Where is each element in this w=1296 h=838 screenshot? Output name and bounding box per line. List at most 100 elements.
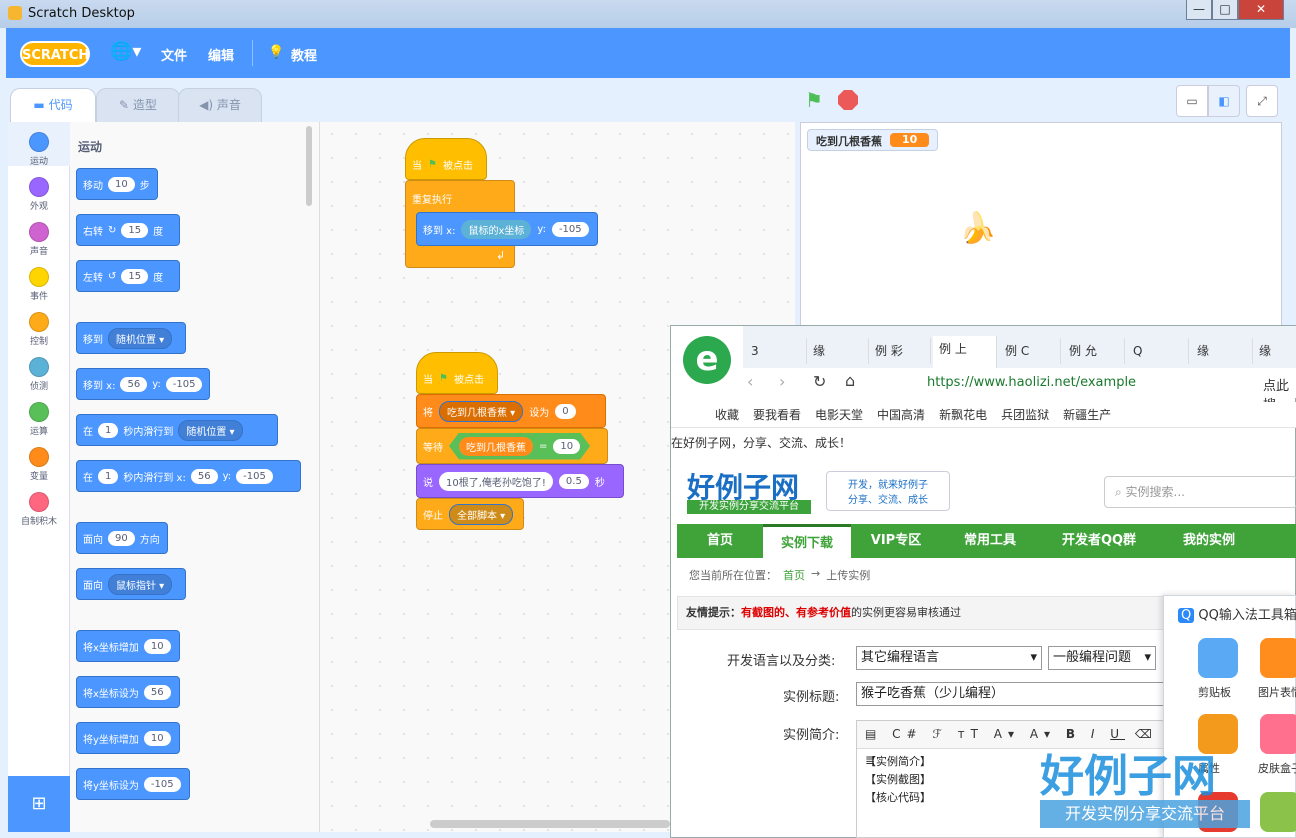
bookmark-item[interactable]: 收藏 (715, 402, 739, 427)
tab-costumes[interactable]: ✎ 造型 (96, 88, 180, 122)
nav-home[interactable]: 首页 (677, 524, 763, 558)
block-glide-xy[interactable]: 在 1 秒内滑行到 x: 56 y: -105 (76, 460, 301, 492)
nav-tools[interactable]: 常用工具 (941, 524, 1039, 558)
block-goto-xy-script[interactable]: 移到 x: 鼠标的x坐标 y: -105 (416, 212, 598, 246)
bookmark-item[interactable]: 新疆生产 (1063, 402, 1111, 427)
block-goto[interactable]: 移到 随机位置 ▾ (76, 322, 186, 354)
bookmark-item[interactable]: 电影天堂 (815, 402, 863, 427)
block-change-x[interactable]: 将x坐标增加 10 (76, 630, 180, 662)
browser-tab[interactable]: 例 彩 (869, 338, 931, 364)
tab-sounds[interactable]: ◀) 声音 (178, 88, 262, 122)
block-glide[interactable]: 在 1 秒内滑行到 随机位置 ▾ (76, 414, 278, 446)
category-5[interactable]: 侦测 (8, 351, 70, 395)
bookmark-item[interactable]: 新飘花电 (939, 402, 987, 427)
category-select[interactable]: 一般编程问题 ▾ (1048, 646, 1156, 670)
hat-when-flag-clicked[interactable]: 当 ⚑ 被点击 (405, 138, 487, 180)
tab-code-label: 代码 (48, 98, 73, 112)
code-icon: ▬ (33, 98, 49, 112)
bookmark-item[interactable]: 要我看看 (753, 402, 801, 427)
url-bar[interactable]: https://www.haolizi.net/example (927, 375, 1136, 390)
block-wait-until[interactable]: 等待 吃到几根香蕉 = 10 (416, 428, 608, 464)
site-nav: 首页 实例下载 VIP专区 常用工具 开发者QQ群 我的实例 (677, 524, 1296, 558)
block-set-y[interactable]: 将y坐标设为 -105 (76, 768, 190, 800)
tab-code[interactable]: ▬ 代码 (10, 88, 96, 122)
category-7[interactable]: 变量 (8, 441, 70, 485)
category-dot-icon (29, 402, 49, 422)
stage[interactable]: 吃到几根香蕉 10 🍌 (800, 122, 1282, 332)
nav-qq-group[interactable]: 开发者QQ群 (1039, 524, 1159, 558)
skin-icon[interactable] (1260, 714, 1296, 754)
variable-monitor: 吃到几根香蕉 10 (807, 129, 939, 151)
browser-tab[interactable]: 缘 (807, 338, 869, 364)
scratch-logo[interactable]: SCRATCH (20, 41, 90, 67)
browser-tab[interactable]: Q (1127, 338, 1189, 364)
block-turn-right[interactable]: 右转 ↻ 15 度 (76, 214, 180, 246)
browser-tab[interactable]: 3 (745, 338, 807, 364)
bookmark-item[interactable]: 中国高清 (877, 402, 925, 427)
block-turn-left[interactable]: 左转 ↺ 15 度 (76, 260, 180, 292)
breadcrumb-home[interactable]: 首页 (783, 567, 805, 583)
category-2[interactable]: 声音 (8, 216, 70, 260)
emoji-icon[interactable] (1260, 638, 1296, 678)
block-stop[interactable]: 停止 全部脚本 ▾ (416, 498, 524, 530)
category-3[interactable]: 事件 (8, 261, 70, 305)
title-input[interactable]: 猴子吃香蕉（少儿编程） (856, 682, 1166, 706)
workspace-scrollbar[interactable] (430, 820, 670, 828)
menu-tutorials[interactable]: 教程 (291, 45, 317, 64)
forward-icon[interactable]: › (779, 372, 785, 391)
stop-button[interactable] (838, 90, 858, 110)
site-search-input[interactable]: ⌕ 实例搜索... (1104, 476, 1296, 508)
category-1[interactable]: 外观 (8, 171, 70, 215)
globe-icon[interactable]: 🌐▾ (110, 41, 141, 62)
block-set-variable[interactable]: 将吃到几根香蕉 ▾ 设为 0 (416, 394, 606, 428)
block-move[interactable]: 移动 10 步 (76, 168, 158, 200)
window-title: Scratch Desktop (28, 6, 135, 21)
browser-tab[interactable]: 缘 (1191, 338, 1253, 364)
qq-toolbox-title: Q QQ输入法工具箱 (1178, 604, 1296, 623)
close-button[interactable]: ✕ (1238, 0, 1284, 20)
category-label: 侦测 (29, 382, 48, 392)
menu-file[interactable]: 文件 (161, 45, 187, 64)
block-goto-xy[interactable]: 移到 x: 56 y: -105 (76, 368, 210, 400)
browser-tab[interactable]: 例 允 (1063, 338, 1125, 364)
banana-sprite[interactable]: 🍌 (959, 211, 996, 246)
category-4[interactable]: 控制 (8, 306, 70, 350)
clipboard-icon[interactable] (1198, 638, 1238, 678)
small-stage-button[interactable]: ▭ (1176, 85, 1208, 117)
browser-tab-active[interactable]: 例 上 (933, 336, 997, 368)
block-point-direction[interactable]: 面向 90 方向 (76, 522, 168, 554)
green-tool-icon[interactable] (1260, 792, 1296, 832)
window-titlebar: Scratch Desktop — □ ✕ (0, 0, 1296, 28)
block-change-y[interactable]: 将y坐标增加 10 (76, 722, 180, 754)
category-8[interactable]: 自制积木 (8, 486, 70, 530)
maximize-button[interactable]: □ (1212, 0, 1238, 20)
lang-select[interactable]: 其它编程语言 ▾ (856, 646, 1042, 670)
minimize-button[interactable]: — (1186, 0, 1212, 20)
browser-tab[interactable]: 例 C (999, 338, 1061, 364)
category-label: 运算 (29, 427, 48, 437)
browser-tab[interactable]: 缘 (1253, 338, 1296, 364)
refresh-icon[interactable]: ↻ (813, 372, 826, 391)
green-flag-button[interactable]: ⚑ (805, 88, 823, 112)
menu-edit[interactable]: 编辑 (208, 45, 234, 64)
back-icon[interactable]: ‹ (747, 372, 753, 391)
nav-downloads[interactable]: 实例下载 (763, 524, 851, 558)
category-0[interactable]: 运动 (8, 126, 70, 170)
rotate-cw-icon: ↻ (108, 224, 117, 236)
bookmark-item[interactable]: 兵团监狱 (1001, 402, 1049, 427)
block-say-for-secs[interactable]: 说 10根了,俺老孙吃饱了! 0.5 秒 (416, 464, 624, 498)
nav-vip[interactable]: VIP专区 (851, 524, 941, 558)
large-stage-button[interactable]: ◧ (1208, 85, 1240, 117)
add-extension-button[interactable]: ⊞ (8, 776, 70, 832)
block-point-towards[interactable]: 面向 鼠标指针 ▾ (76, 568, 186, 600)
category-label: 事件 (29, 292, 48, 302)
fullscreen-button[interactable]: ⤢ (1246, 85, 1278, 117)
palette-scrollbar[interactable] (306, 126, 312, 206)
hat-when-flag-clicked-2[interactable]: 当 ⚑ 被点击 (416, 352, 498, 394)
category-6[interactable]: 运算 (8, 396, 70, 440)
nav-my-examples[interactable]: 我的实例 (1159, 524, 1259, 558)
block-set-x[interactable]: 将x坐标设为 56 (76, 676, 180, 708)
site-slogan: 在好例子网，分享、交流、成长！ (671, 436, 852, 450)
home-icon[interactable]: ⌂ (845, 371, 855, 390)
category-dot-icon (29, 132, 49, 152)
